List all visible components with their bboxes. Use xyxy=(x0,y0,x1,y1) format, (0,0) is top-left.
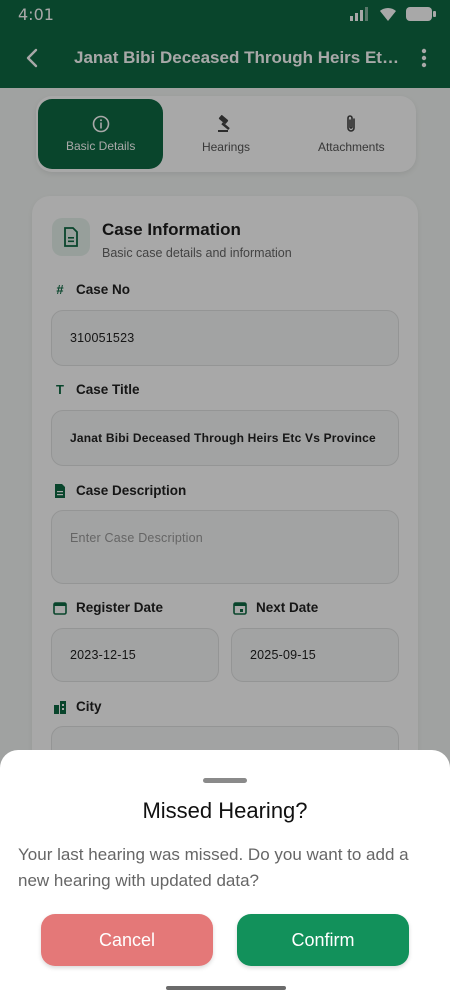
confirm-button[interactable]: Confirm xyxy=(237,914,409,966)
sheet-message: Your last hearing was missed. Do you wan… xyxy=(18,845,409,890)
cancel-button[interactable]: Cancel xyxy=(41,914,213,966)
home-indicator xyxy=(166,986,286,990)
drag-handle[interactable] xyxy=(203,778,247,783)
missed-hearing-sheet: Missed Hearing? Your last hearing was mi… xyxy=(0,750,450,1000)
sheet-title: Missed Hearing? xyxy=(142,798,308,823)
